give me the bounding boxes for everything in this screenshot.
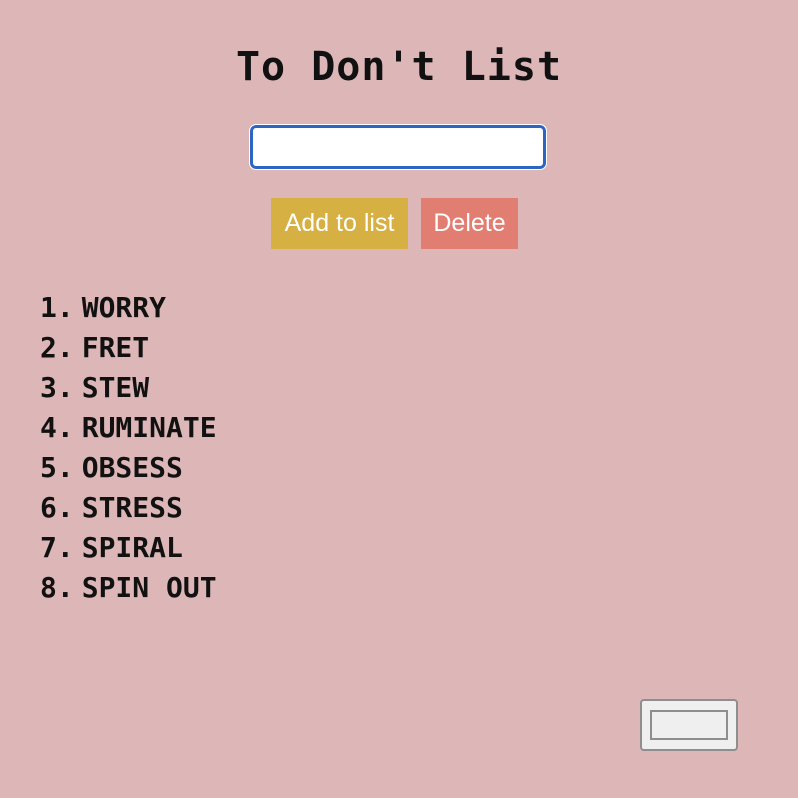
- empty-button-frame: [650, 710, 728, 740]
- list-item-text: WORRY: [81, 291, 167, 324]
- list-item-text: SPIN OUT: [81, 571, 217, 604]
- list-item-number: 3.: [40, 371, 74, 404]
- list-item-number: 6.: [40, 491, 74, 524]
- task-input[interactable]: [249, 124, 547, 170]
- todo-list: 1. WORRY 2. FRET 3. STEW 4. RUMINATE 5. OBSES…: [40, 288, 217, 608]
- list-item: 8. SPIN OUT: [40, 568, 217, 608]
- list-item-text: SPIRAL: [81, 531, 183, 564]
- add-to-list-button[interactable]: Add to list: [271, 198, 408, 249]
- list-item: 1. WORRY: [40, 288, 217, 328]
- list-item-number: 8.: [40, 571, 74, 604]
- delete-button[interactable]: Delete: [421, 198, 518, 249]
- list-item: 3. STEW: [40, 368, 217, 408]
- list-item-number: 7.: [40, 531, 74, 564]
- list-item: 4. RUMINATE: [40, 408, 217, 448]
- list-item-number: 4.: [40, 411, 74, 444]
- list-item-number: 2.: [40, 331, 74, 364]
- list-item-text: STEW: [81, 371, 150, 404]
- list-item-number: 5.: [40, 451, 74, 484]
- list-item-text: FRET: [81, 331, 150, 364]
- list-item-text: OBSESS: [81, 451, 183, 484]
- list-item-text: RUMINATE: [81, 411, 217, 444]
- empty-button[interactable]: [640, 699, 738, 751]
- page-title: To Don't List: [235, 44, 563, 90]
- list-item-number: 1.: [40, 291, 74, 324]
- list-item: 7. SPIRAL: [40, 528, 217, 568]
- list-item: 5. OBSESS: [40, 448, 217, 488]
- list-item: 2. FRET: [40, 328, 217, 368]
- list-item: 6. STRESS: [40, 488, 217, 528]
- list-item-text: STRESS: [81, 491, 183, 524]
